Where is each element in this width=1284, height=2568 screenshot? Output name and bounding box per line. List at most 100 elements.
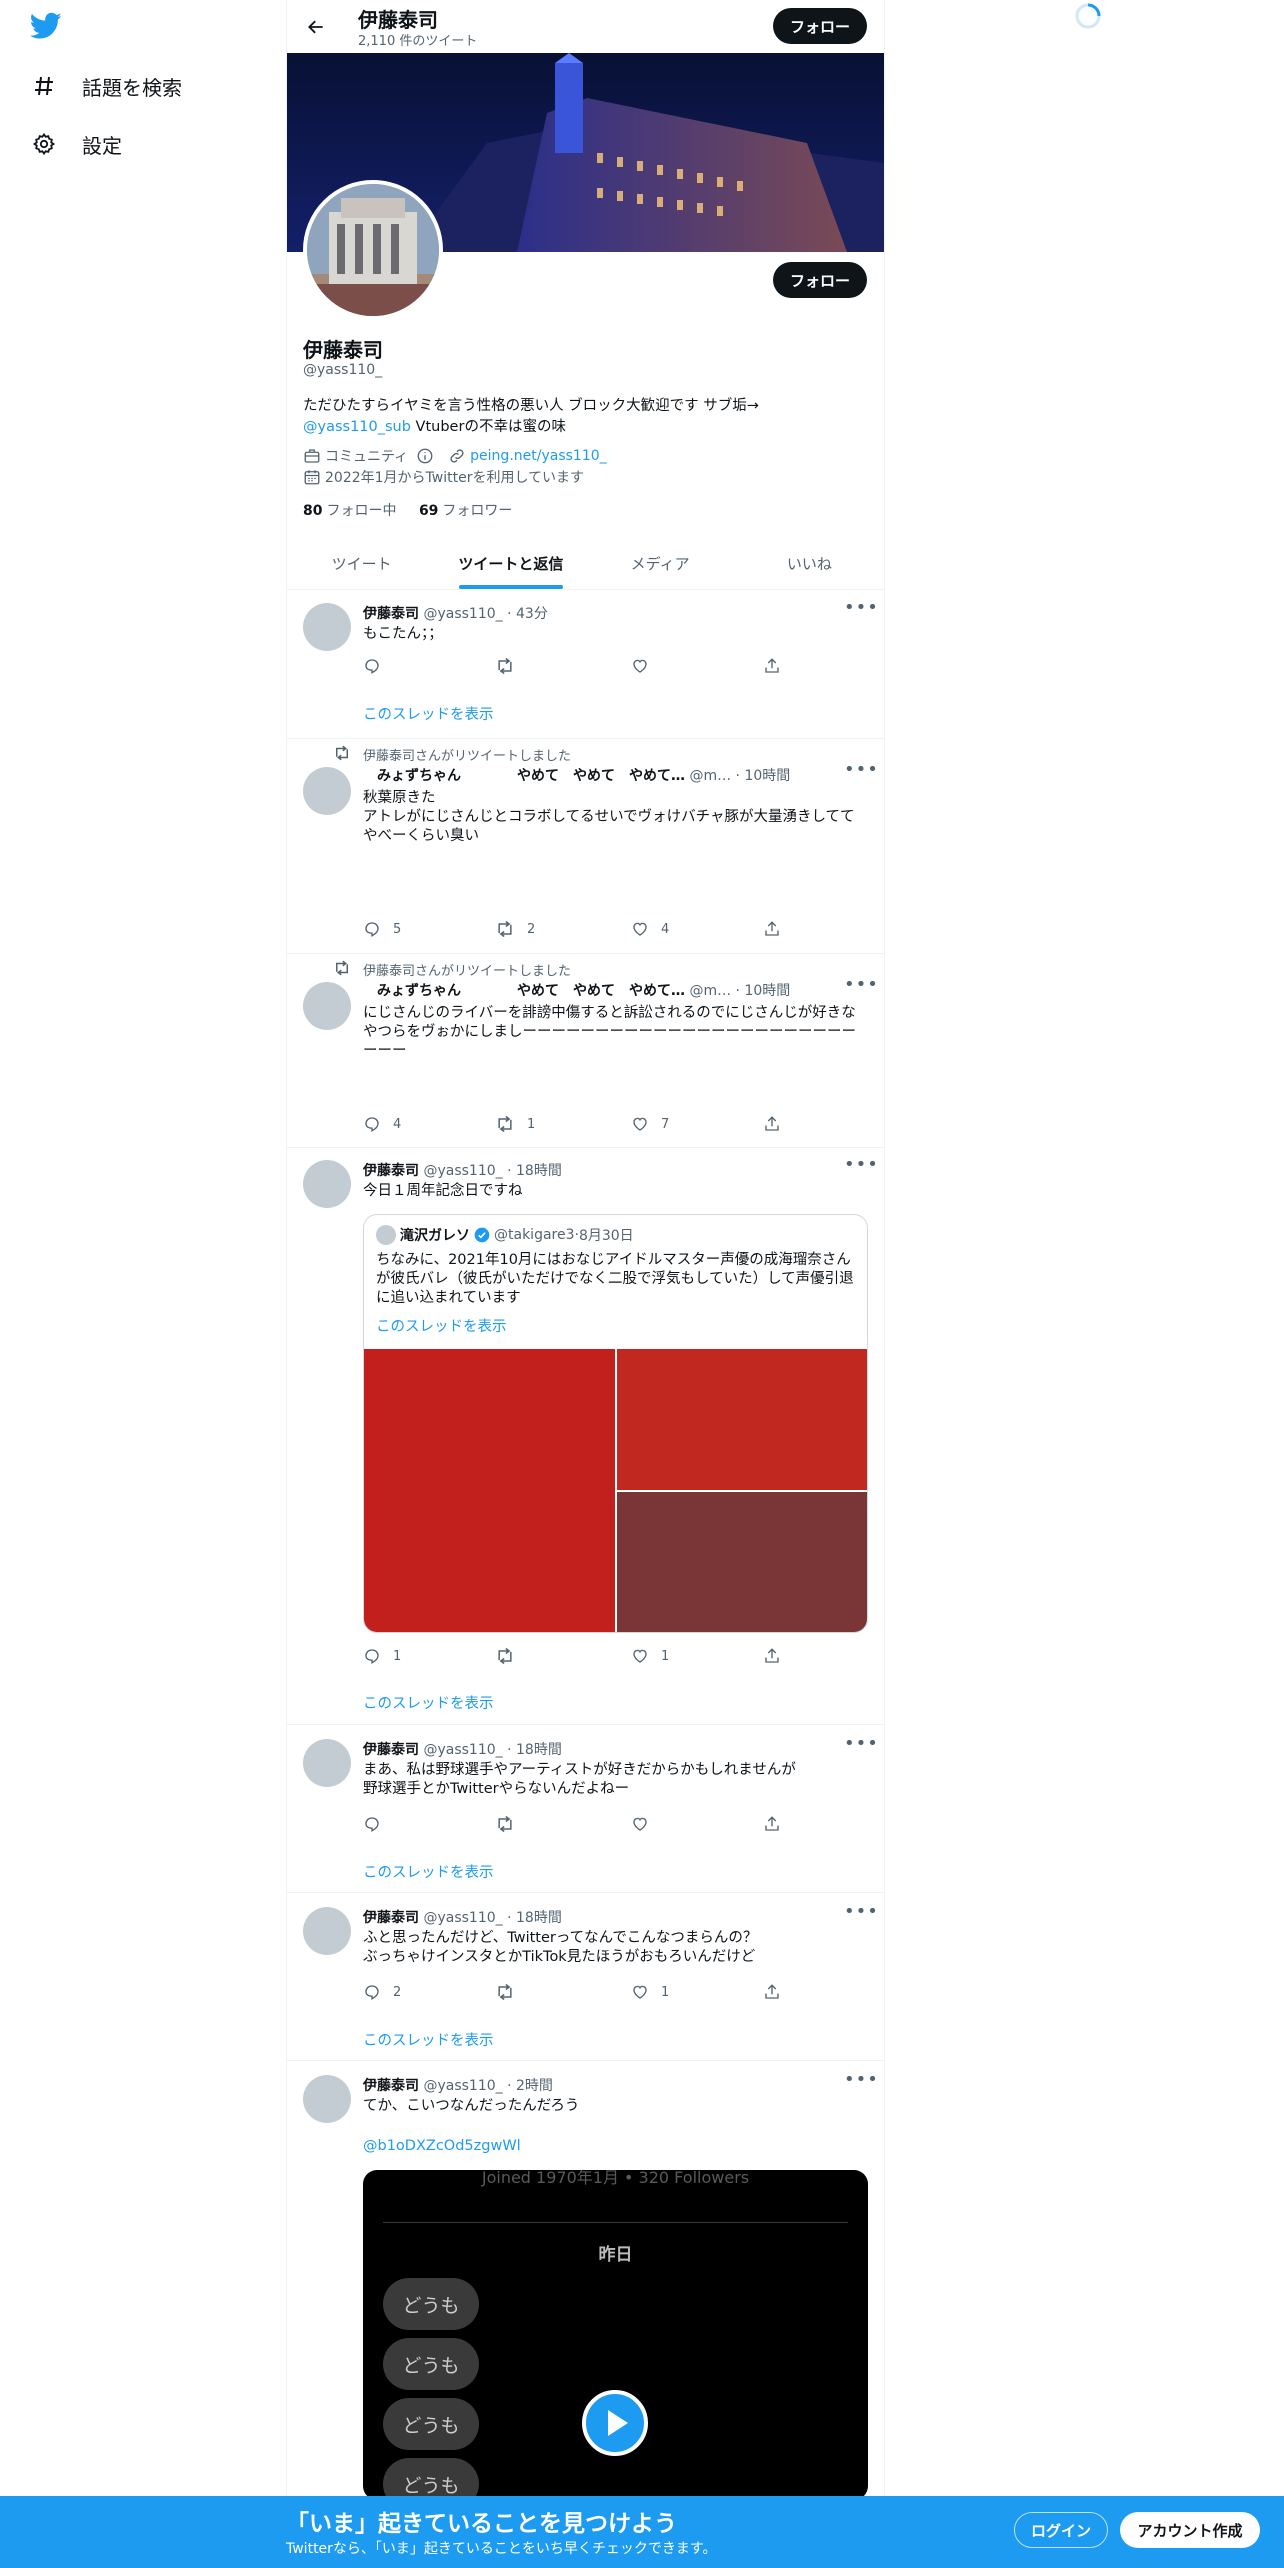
tweet[interactable]: 伊藤泰司 @yass110_ · 18時間 ••• 今日１周年記念日ですね 滝沢… bbox=[287, 1148, 884, 1725]
like-button[interactable] bbox=[631, 657, 661, 675]
tweet-author-handle[interactable]: @m… bbox=[689, 983, 731, 999]
tweet-avatar[interactable] bbox=[303, 767, 351, 815]
retweet-button[interactable] bbox=[495, 657, 527, 675]
more-options-icon[interactable]: ••• bbox=[844, 761, 878, 783]
tweet-author-handle[interactable]: @yass110_ bbox=[423, 2078, 502, 2094]
tweet[interactable]: 伊藤泰司さんがリツイートしました みょずちゃん やめて やめて やめて… @m…… bbox=[287, 954, 884, 1148]
retweet-button[interactable] bbox=[495, 1647, 527, 1665]
following-link[interactable]: 80 フォロー中 bbox=[303, 503, 396, 519]
tweet-time[interactable]: 43分 bbox=[516, 606, 548, 622]
quoted-tweet[interactable]: 滝沢ガレソ @takigare3 · 8月30日 ちなみに、2021年10月には… bbox=[363, 1214, 868, 1633]
tweet-video[interactable]: Joined 1970年1月 • 320 Followers 昨日 どうも どう… bbox=[363, 2170, 868, 2500]
tweet-time[interactable]: 18時間 bbox=[516, 1742, 562, 1758]
tweet-author-handle[interactable]: @m… bbox=[689, 768, 731, 784]
show-thread-link[interactable]: このスレッドを表示 bbox=[363, 1692, 494, 1713]
nav-settings[interactable]: 設定 bbox=[30, 124, 122, 164]
reply-button[interactable]: 4 bbox=[363, 1115, 401, 1133]
share-button[interactable] bbox=[763, 1115, 793, 1133]
like-button[interactable]: 4 bbox=[631, 920, 669, 938]
tweet-author-handle[interactable]: @yass110_ bbox=[423, 1163, 502, 1179]
quoted-media-grid[interactable] bbox=[364, 1349, 867, 1632]
show-thread-link[interactable]: このスレッドを表示 bbox=[363, 703, 494, 724]
profile-follow-button[interactable]: フォロー bbox=[773, 262, 867, 298]
like-button[interactable] bbox=[631, 1815, 661, 1833]
tweet[interactable]: 伊藤泰司 @yass110_ · 18時間 ••• まあ、私は野球選手やアーティ… bbox=[287, 1725, 884, 1893]
profile-avatar[interactable] bbox=[303, 180, 443, 320]
tweet-time[interactable]: 18時間 bbox=[516, 1163, 562, 1179]
tweet-time[interactable]: 2時間 bbox=[516, 2078, 553, 2094]
more-options-icon[interactable]: ••• bbox=[844, 1156, 878, 1178]
reply-button[interactable]: 1 bbox=[363, 1647, 401, 1665]
tweet-author-name[interactable]: 伊藤泰司 bbox=[363, 1163, 419, 1179]
back-arrow-icon[interactable] bbox=[301, 12, 331, 42]
followers-link[interactable]: 69 フォロワー bbox=[419, 503, 512, 519]
tweet-avatar[interactable] bbox=[303, 2075, 351, 2123]
tweet-avatar[interactable] bbox=[303, 982, 351, 1030]
login-button[interactable]: ログイン bbox=[1014, 2512, 1108, 2548]
more-options-icon[interactable]: ••• bbox=[844, 1903, 878, 1925]
tweet[interactable]: 伊藤泰司 @yass110_ · 2時間 ••• てか、こいつなんだったんだろう… bbox=[287, 2061, 884, 2568]
media-image-3[interactable] bbox=[617, 1492, 867, 1632]
retweet-button[interactable] bbox=[495, 1815, 527, 1833]
tweet-mention-link[interactable]: @b1oDXZcOd5zgwWl bbox=[363, 2137, 868, 2156]
tweet-avatar[interactable] bbox=[303, 1907, 351, 1955]
tweet-author-name[interactable]: 伊藤泰司 bbox=[363, 2078, 419, 2094]
like-button[interactable]: 1 bbox=[631, 1647, 669, 1665]
tweet-author-name[interactable]: みょずちゃん やめて やめて やめて… bbox=[363, 768, 685, 784]
share-button[interactable] bbox=[763, 1647, 793, 1665]
tweet-time[interactable]: 18時間 bbox=[516, 1910, 562, 1926]
twitter-logo-icon[interactable] bbox=[29, 12, 66, 44]
tab-tweets[interactable]: ツイート bbox=[287, 537, 436, 589]
retweeted-by-note[interactable]: 伊藤泰司さんがリツイートしました bbox=[363, 745, 571, 764]
more-options-icon[interactable]: ••• bbox=[844, 976, 878, 998]
tweet-header: 伊藤泰司 @yass110_ · 18時間 bbox=[363, 1163, 562, 1179]
show-thread-link[interactable]: このスレッドを表示 bbox=[363, 2029, 494, 2050]
play-button-icon[interactable] bbox=[581, 2389, 649, 2457]
share-button[interactable] bbox=[763, 657, 793, 675]
tweet-author-handle[interactable]: @yass110_ bbox=[423, 1910, 502, 1926]
tweet-avatar[interactable] bbox=[303, 603, 351, 651]
reply-button[interactable] bbox=[363, 1815, 393, 1833]
nav-explore[interactable]: 話題を検索 bbox=[30, 66, 182, 106]
share-button[interactable] bbox=[763, 920, 793, 938]
retweet-button[interactable] bbox=[495, 1983, 527, 2001]
tweet-author-name[interactable]: みょずちゃん やめて やめて やめて… bbox=[363, 983, 685, 999]
header-follow-button[interactable]: フォロー bbox=[773, 8, 867, 44]
media-image-1[interactable] bbox=[364, 1349, 615, 1632]
signup-button[interactable]: アカウント作成 bbox=[1120, 2512, 1260, 2548]
tab-likes[interactable]: いいね bbox=[735, 537, 884, 589]
tweet-author-handle[interactable]: @yass110_ bbox=[423, 1742, 502, 1758]
show-thread-link[interactable]: このスレッドを表示 bbox=[363, 1861, 494, 1882]
more-options-icon[interactable]: ••• bbox=[844, 2071, 878, 2093]
tab-tweets-and-replies[interactable]: ツイートと返信 bbox=[436, 537, 585, 589]
quoted-show-thread-link[interactable]: このスレッドを表示 bbox=[376, 1315, 507, 1336]
tweet-avatar[interactable] bbox=[303, 1160, 351, 1208]
tweet-author-handle[interactable]: @yass110_ bbox=[423, 606, 502, 622]
share-button[interactable] bbox=[763, 1983, 793, 2001]
retweet-button[interactable]: 1 bbox=[495, 1115, 535, 1133]
tweet[interactable]: 伊藤泰司さんがリツイートしました みょずちゃん やめて やめて やめて… @m…… bbox=[287, 739, 884, 954]
bio-sub-account-link[interactable]: @yass110_sub bbox=[303, 419, 411, 435]
reply-button[interactable] bbox=[363, 657, 393, 675]
tweet-author-name[interactable]: 伊藤泰司 bbox=[363, 606, 419, 622]
tweet-author-name[interactable]: 伊藤泰司 bbox=[363, 1742, 419, 1758]
tweet-avatar[interactable] bbox=[303, 1739, 351, 1787]
info-icon[interactable] bbox=[416, 447, 434, 465]
more-options-icon[interactable]: ••• bbox=[844, 599, 878, 621]
reply-button[interactable]: 2 bbox=[363, 1983, 401, 2001]
tweet[interactable]: 伊藤泰司 @yass110_ · 43分 ••• もこたん；； このスレッドを表… bbox=[287, 591, 884, 739]
retweet-button[interactable]: 2 bbox=[495, 920, 535, 938]
media-image-2[interactable] bbox=[617, 1349, 867, 1490]
like-button[interactable]: 7 bbox=[631, 1115, 669, 1133]
reply-button[interactable]: 5 bbox=[363, 920, 401, 938]
tweet-author-name[interactable]: 伊藤泰司 bbox=[363, 1910, 419, 1926]
more-options-icon[interactable]: ••• bbox=[844, 1735, 878, 1757]
retweeted-by-note[interactable]: 伊藤泰司さんがリツイートしました bbox=[363, 960, 571, 979]
profile-website-link[interactable]: peing.net/yass110_ bbox=[470, 448, 606, 464]
tab-media[interactable]: メディア bbox=[586, 537, 735, 589]
like-button[interactable]: 1 bbox=[631, 1983, 669, 2001]
tweet[interactable]: 伊藤泰司 @yass110_ · 18時間 ••• ふと思ったんだけど、Twit… bbox=[287, 1893, 884, 2061]
share-button[interactable] bbox=[763, 1815, 793, 1833]
tweet-time[interactable]: 10時間 bbox=[744, 768, 790, 784]
tweet-time[interactable]: 10時間 bbox=[744, 983, 790, 999]
